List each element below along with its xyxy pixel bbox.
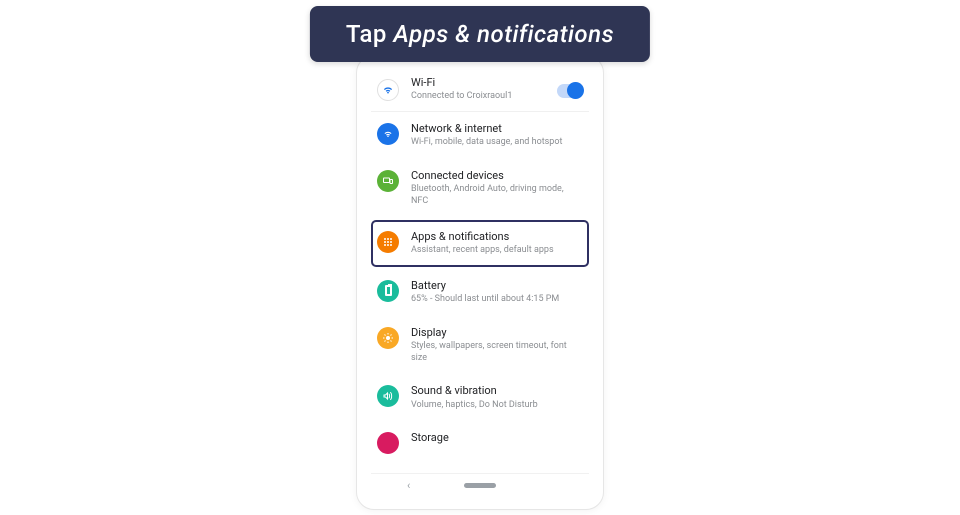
setting-text: Network & internet Wi-Fi, mobile, data u… [411,122,583,149]
setting-item-storage[interactable]: Storage [371,421,589,454]
setting-item-apps[interactable]: Apps & notifications Assistant, recent a… [371,220,589,267]
setting-title: Display [411,326,583,340]
instruction-prefix: Tap [346,20,393,48]
nav-bar: ‹ [371,473,589,497]
setting-item-display[interactable]: Display Styles, wallpapers, screen timeo… [371,316,589,375]
setting-text: Sound & vibration Volume, haptics, Do No… [411,384,583,411]
setting-subtitle: Connected to Croixraoul1 [411,91,545,103]
setting-text: Connected devices Bluetooth, Android Aut… [411,169,583,208]
setting-subtitle: Assistant, recent apps, default apps [411,245,583,257]
setting-subtitle: Wi-Fi, mobile, data usage, and hotspot [411,137,583,149]
storage-icon [377,432,399,454]
phone-screen: Wi-Fi Connected to Croixraoul1 Network &… [363,56,597,503]
setting-title: Network & internet [411,122,583,136]
setting-title: Wi-Fi [411,76,545,90]
setting-title: Storage [411,431,583,445]
wifi-icon [377,79,399,101]
home-pill[interactable] [464,483,496,488]
instruction-banner: Tap Apps & notifications [310,6,650,62]
apps-icon [377,231,399,253]
setting-text: Apps & notifications Assistant, recent a… [411,230,583,257]
setting-item-network[interactable]: Network & internet Wi-Fi, mobile, data u… [371,112,589,159]
setting-title: Apps & notifications [411,230,583,244]
setting-item-battery[interactable]: Battery 65% - Should last until about 4:… [371,269,589,316]
setting-subtitle: Styles, wallpapers, screen timeout, font… [411,341,583,364]
setting-text: Battery 65% - Should last until about 4:… [411,279,583,306]
setting-subtitle: Bluetooth, Android Auto, driving mode, N… [411,184,583,207]
display-icon [377,327,399,349]
wifi-toggle[interactable] [557,84,583,98]
instruction-target: Apps & notifications [393,20,614,48]
setting-text: Display Styles, wallpapers, screen timeo… [411,326,583,365]
setting-subtitle: Volume, haptics, Do Not Disturb [411,400,583,412]
sound-icon [377,385,399,407]
setting-text: Storage [411,431,583,445]
setting-title: Sound & vibration [411,384,583,398]
battery-icon [377,280,399,302]
setting-title: Connected devices [411,169,583,183]
settings-list[interactable]: Wi-Fi Connected to Croixraoul1 Network &… [363,56,597,454]
phone-frame: Wi-Fi Connected to Croixraoul1 Network &… [356,55,604,510]
network-icon [377,123,399,145]
setting-item-wifi[interactable]: Wi-Fi Connected to Croixraoul1 [371,66,589,112]
setting-subtitle: 65% - Should last until about 4:15 PM [411,294,583,306]
setting-item-devices[interactable]: Connected devices Bluetooth, Android Aut… [371,159,589,218]
back-button[interactable]: ‹ [407,479,410,492]
setting-title: Battery [411,279,583,293]
setting-text: Wi-Fi Connected to Croixraoul1 [411,76,545,103]
devices-icon [377,170,399,192]
setting-item-sound[interactable]: Sound & vibration Volume, haptics, Do No… [371,374,589,421]
